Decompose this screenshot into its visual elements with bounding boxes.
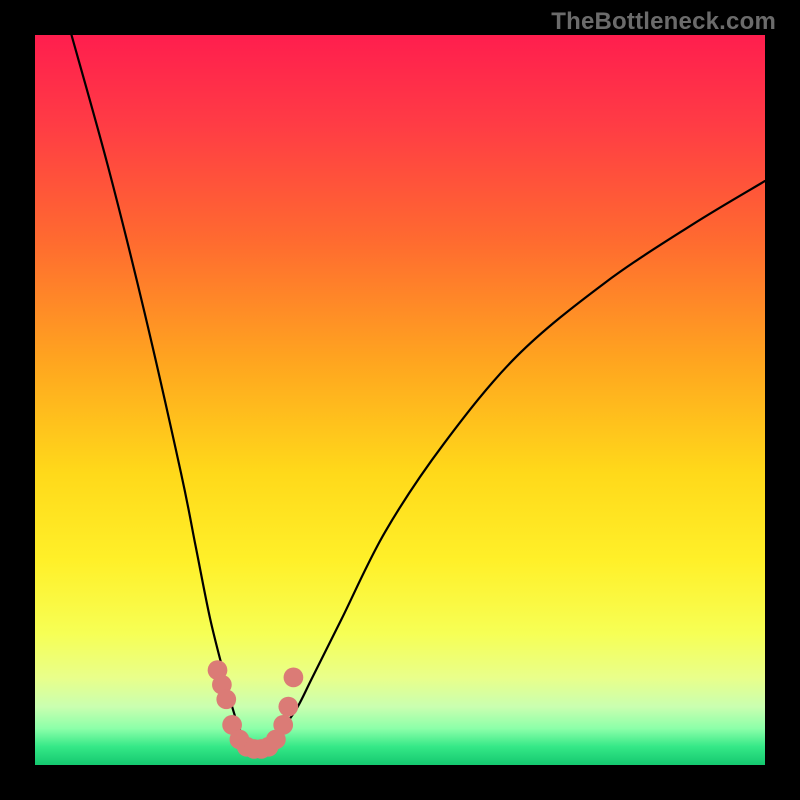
highlight-dot <box>284 668 304 688</box>
plot-area <box>35 35 765 765</box>
highlight-dot <box>216 689 236 709</box>
highlight-dot <box>273 715 293 735</box>
chart-frame: TheBottleneck.com <box>0 0 800 800</box>
bottleneck-curve <box>35 35 765 765</box>
watermark-text: TheBottleneck.com <box>551 8 776 36</box>
highlight-dot <box>278 697 298 717</box>
